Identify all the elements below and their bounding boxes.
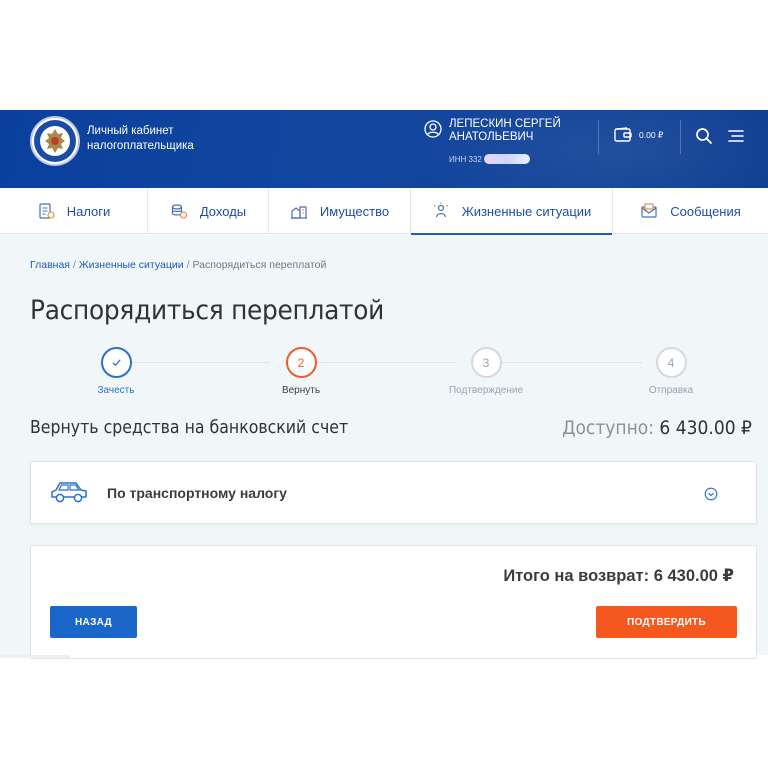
summary-card: Итого на возврат: 6 430.00 ₽ НАЗАД ПОДТВ… [30,545,757,659]
user-inn: ИНН 332 [449,154,530,164]
balance-value: 0.00 ₽ [639,129,664,140]
header-divider [680,120,681,154]
available-value: 6 430.00 ₽ [659,417,752,439]
breadcrumb-home[interactable]: Главная [30,259,70,271]
step-circle: 4 [655,347,687,378]
main-nav: Налоги Доходы Имущество Жизненные ситуац… [0,188,768,235]
breadcrumb-current: Распорядиться переплатой [192,259,327,271]
tax-card-title: По транспортному налогу [107,485,287,501]
step-label: Вернуть [281,385,321,396]
step-circle [100,347,132,378]
header-divider [598,120,599,154]
nav-item-income[interactable]: Доходы [148,188,269,234]
total-refund: Итого на возврат: 6 430.00 ₽ [503,567,734,585]
page: Личный кабинет налогоплательщика ЛЕПЕСКИ… [0,0,768,768]
section-title: Вернуть средства на банковский счет [30,418,349,438]
step-3: 3 Подтверждение [426,347,546,396]
inn-label: ИНН 332 [449,154,482,164]
stepper: Зачесть 2 Вернуть 3 Подтверждение 4 Отпр… [30,347,750,403]
nav-item-taxes[interactable]: Налоги [0,188,148,234]
fns-logo[interactable] [30,116,80,166]
wallet-balance[interactable]: 0.00 ₽ [614,127,663,143]
nav-item-property[interactable]: Имущество [269,188,411,234]
nav-label: Сообщения [670,203,741,219]
emblem-icon [34,120,76,162]
brand-title[interactable]: Личный кабинет налогоплательщика [87,124,194,154]
step-1[interactable]: Зачесть [56,347,176,396]
brand-line-2: налогоплательщика [87,140,194,152]
step-label: Подтверждение [448,385,524,396]
nav-item-life-situations[interactable]: Жизненные ситуации [411,188,613,235]
nav-label: Имущество [319,203,390,219]
car-icon [51,482,87,503]
available-label: Доступно: [562,417,655,439]
check-icon [111,359,121,367]
envelope-icon [641,203,657,218]
inn-redacted [483,154,530,164]
step-circle: 3 [470,347,502,378]
property-icon [290,206,307,219]
brand-line-1: Личный кабинет [87,125,174,137]
breadcrumb: Главная / Жизненные ситуации / Распорядиться… [30,259,326,271]
tax-card-transport[interactable]: По транспортному налогу [30,461,757,524]
scroll-shadow [0,655,70,658]
breadcrumb-separator: / [186,259,190,271]
available-amount: Доступно: 6 430.00 ₽ [562,417,752,439]
life-situations-icon [433,202,449,218]
breadcrumb-section[interactable]: Жизненные ситуации [79,259,184,271]
chevron-down-icon[interactable] [704,487,718,501]
back-button[interactable]: НАЗАД [50,606,137,638]
step-4: 4 Отправка [611,347,731,396]
user-name: ЛЕПЕСКИН СЕРГЕЙ АНАТОЛЬЕВИЧ [449,118,561,143]
nav-label: Налоги [66,203,111,219]
top-header: Личный кабинет налогоплательщика ЛЕПЕСКИ… [0,110,768,188]
main-content: Главная / Жизненные ситуации / Распорядиться… [0,235,768,659]
page-title: Распорядиться переплатой [30,295,385,326]
tax-doc-icon [39,203,55,219]
wallet-icon [614,127,632,142]
nav-item-messages[interactable]: Сообщения [613,188,768,234]
step-label: Зачесть [97,385,135,396]
breadcrumb-separator: / [72,259,76,271]
nav-label: Жизненные ситуации [461,203,592,219]
step-label: Отправка [648,385,694,396]
step-2: 2 Вернуть [241,347,361,396]
user-circle-icon [424,120,442,138]
confirm-button[interactable]: ПОДТВЕРДИТЬ [596,606,737,638]
search-icon[interactable] [695,127,713,145]
menu-icon[interactable] [727,127,745,145]
nav-label: Доходы [199,203,247,219]
step-circle: 2 [285,347,317,378]
coins-icon [171,204,187,219]
